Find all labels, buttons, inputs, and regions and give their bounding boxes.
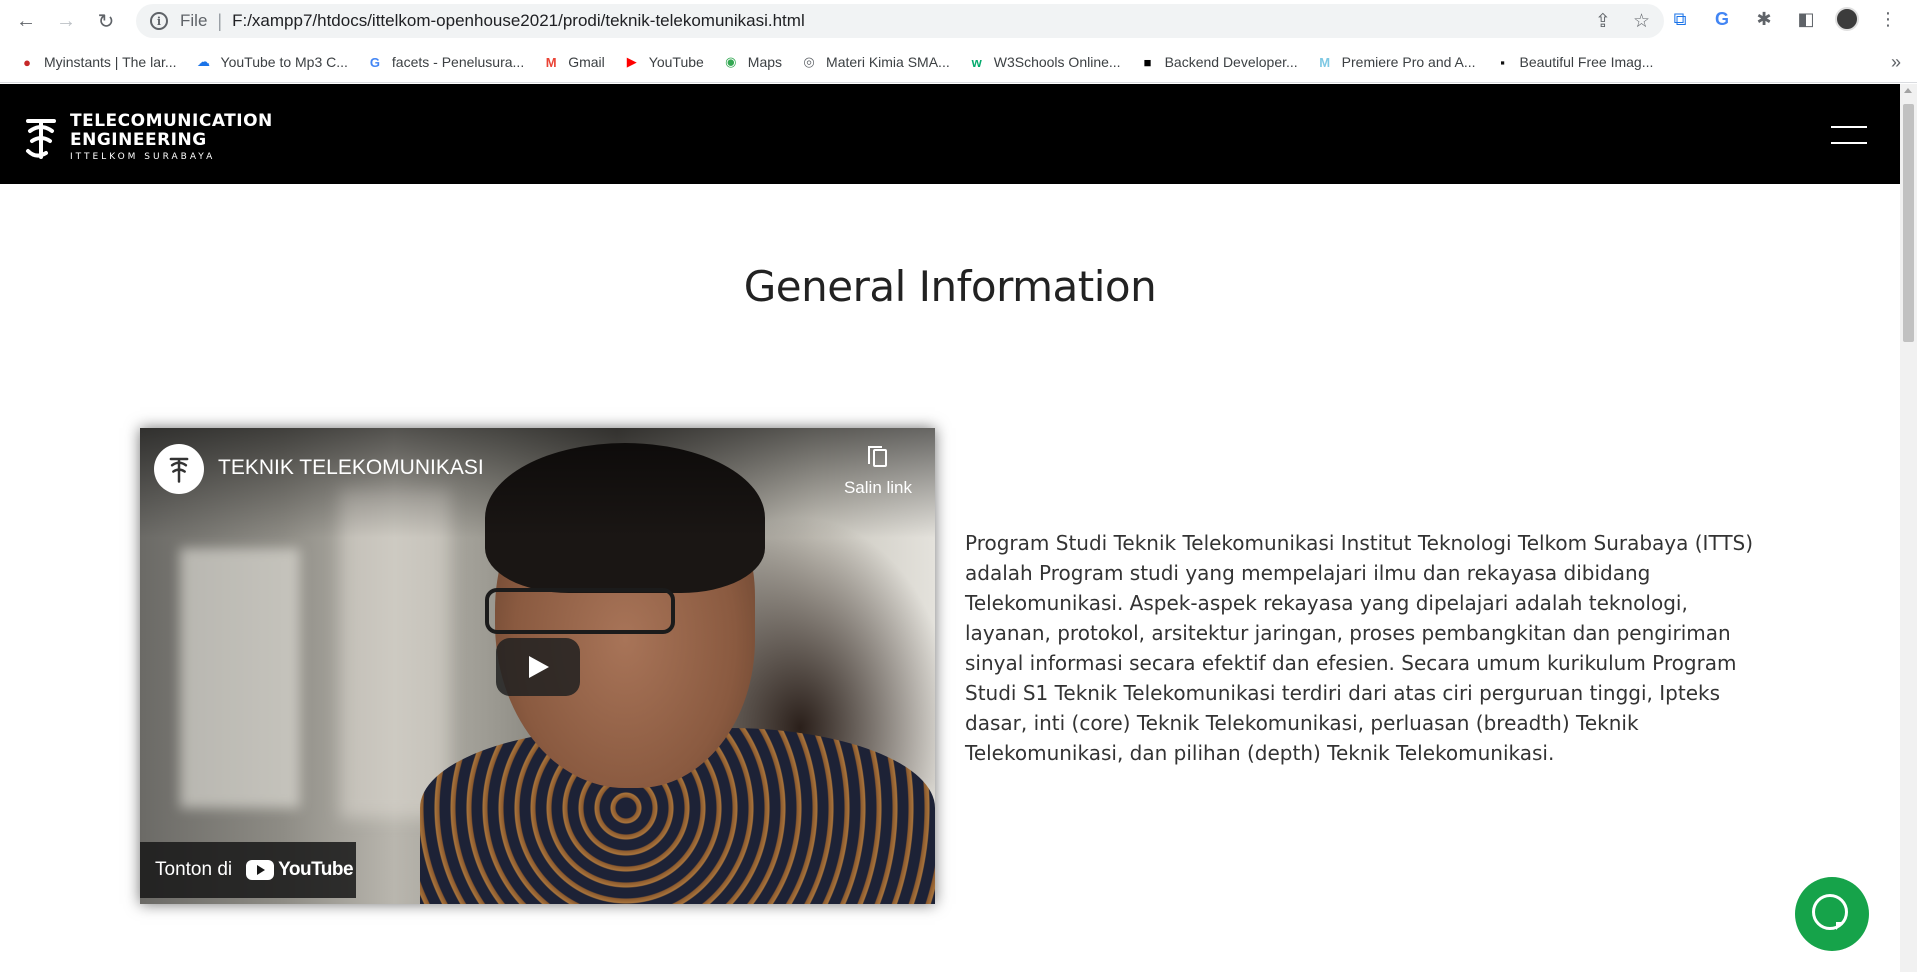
youtube-wordmark: YouTube [278, 859, 354, 880]
maps-icon: ◉ [725, 54, 737, 69]
bookmark-item[interactable]: ● Myinstants | The lar... [18, 53, 177, 71]
bookmark-star-icon[interactable]: ☆ [1633, 10, 1650, 33]
logo-title-line2: ENGINEERING [70, 130, 207, 150]
copy-extension-icon[interactable]: ⧉ [1667, 6, 1693, 32]
scroll-up-arrow-icon[interactable] [1904, 88, 1912, 93]
bookmark-label: W3Schools Online... [993, 54, 1121, 70]
site-info-icon[interactable]: i [150, 12, 168, 30]
program-description: Program Studi Teknik Telekomunikasi Inst… [965, 531, 1754, 765]
site-header: TELECOMUNICATION ENGINEERING ITTELKOM SU… [0, 84, 1900, 184]
video-title[interactable]: TEKNIK TELEKOMUNIKASI [218, 456, 484, 480]
chat-widget-button[interactable] [1795, 877, 1869, 951]
bookmark-label: Materi Kimia SMA... [826, 54, 950, 70]
cloud-download-icon: ☁ [197, 54, 211, 69]
bookmarks-more-icon[interactable]: » [1891, 52, 1901, 73]
itts-logo-icon [26, 119, 56, 159]
section-title: General Information [743, 262, 1157, 311]
menu-dots-icon[interactable]: ⋮ [1875, 6, 1901, 32]
youtube-logo: YouTube [246, 859, 354, 881]
forward-arrow-icon[interactable]: → [46, 1, 86, 41]
youtube-icon: ▶ [626, 54, 637, 69]
watch-on-youtube-button[interactable]: Tonton di YouTube [140, 842, 356, 898]
bookmark-label: Premiere Pro and A... [1341, 54, 1476, 70]
url-separator: | [217, 10, 223, 31]
copy-link-button[interactable]: Salin link [838, 446, 918, 498]
bookmark-label: facets - Penelusura... [391, 54, 525, 70]
address-bar[interactable]: i File | F:/xampp7/htdocs/ittelkom-openh… [136, 4, 1664, 38]
copy-icon [866, 446, 890, 472]
bookmark-item[interactable]: M Gmail [542, 53, 605, 71]
copy-link-label: Salin link [843, 478, 913, 497]
youtube-play-icon [246, 860, 275, 880]
translate-extension-icon[interactable]: G [1709, 6, 1735, 32]
bookmark-item[interactable]: ▪ Beautiful Free Imag... [1494, 53, 1654, 71]
roadmap-icon: ■ [1143, 54, 1152, 70]
google-icon: G [369, 54, 380, 70]
bookmark-label: Gmail [568, 54, 605, 70]
puzzle-extensions-icon[interactable]: ✱ [1751, 6, 1777, 32]
url-scheme: File [180, 11, 208, 30]
url-text[interactable]: F:/xampp7/htdocs/ittelkom-openhouse2021/… [232, 11, 805, 31]
browser-toolbar: ← → ↻ i File | F:/xampp7/htdocs/ittelkom… [0, 0, 1917, 42]
watch-on-label: Tonton di [155, 859, 233, 880]
bookmark-label: Backend Developer... [1164, 54, 1298, 70]
page-scrollbar[interactable] [1900, 84, 1917, 972]
bookmark-item[interactable]: ◉ Maps [722, 53, 782, 71]
bookmark-item[interactable]: ◎ Materi Kimia SMA... [800, 53, 950, 71]
hamburger-menu-icon[interactable] [1831, 126, 1867, 146]
logo-title-line1: TELECOMUNICATION [70, 111, 273, 131]
chat-icon [1812, 894, 1852, 934]
gmail-icon: M [545, 54, 557, 70]
side-panel-icon[interactable]: ◧ [1793, 6, 1819, 32]
bookmark-label: Maps [747, 54, 783, 70]
bookmark-label: YouTube to Mp3 C... [220, 54, 348, 70]
bookmark-item[interactable]: w W3Schools Online... [968, 53, 1121, 71]
bookmarks-bar: ● Myinstants | The lar... ☁ YouTube to Mp3 … [0, 42, 1917, 83]
w3schools-icon: w [971, 54, 982, 70]
bookmark-label: Beautiful Free Imag... [1519, 54, 1654, 70]
share-icon[interactable]: ⇪ [1595, 10, 1611, 33]
bookmark-item[interactable]: ▶ YouTube [623, 53, 704, 71]
unsplash-icon: ▪ [1500, 54, 1505, 70]
bookmark-label: YouTube [648, 54, 704, 70]
youtube-video-embed[interactable]: TEKNIK TELEKOMUNIKASI Salin link Tonton … [140, 428, 935, 904]
back-arrow-icon[interactable]: ← [6, 1, 46, 41]
site-logo[interactable]: TELECOMUNICATION ENGINEERING ITTELKOM SU… [24, 112, 273, 162]
bookmark-item[interactable]: M Premiere Pro and A... [1316, 53, 1476, 71]
video-background [180, 548, 300, 808]
bookmark-item[interactable]: ■ Backend Developer... [1139, 53, 1298, 71]
scrollbar-thumb[interactable] [1903, 104, 1914, 342]
play-button[interactable] [496, 638, 580, 696]
bookmark-item[interactable]: ☁ YouTube to Mp3 C... [195, 53, 348, 71]
motion-array-icon: M [1319, 54, 1331, 70]
video-top-overlay [140, 428, 935, 538]
myinstants-icon: ● [23, 54, 31, 70]
profile-avatar[interactable] [1835, 7, 1859, 31]
reload-icon[interactable]: ↻ [86, 1, 126, 41]
bookmark-item[interactable]: Gfacets - Penelusura... [366, 53, 524, 71]
logo-subtitle: ITTELKOM SURABAYA [70, 152, 216, 162]
globe-icon: ◎ [803, 54, 815, 69]
video-thumbnail-person-glasses [485, 588, 675, 634]
channel-avatar-icon[interactable] [154, 444, 204, 494]
bookmark-label: Myinstants | The lar... [44, 54, 177, 70]
play-icon [529, 656, 549, 678]
